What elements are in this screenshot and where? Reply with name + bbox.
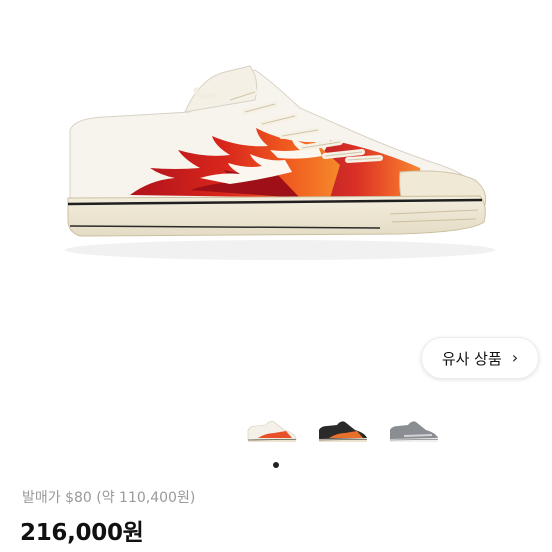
sale-price: 216,000원 — [20, 520, 144, 546]
sneaker-black-flame-thumbnail — [318, 421, 368, 442]
sneaker-grey-thumbnail — [389, 421, 439, 442]
page-dot-active — [273, 462, 279, 468]
sneaker-white-flame-thumbnail — [247, 421, 297, 442]
page-indicator — [0, 462, 552, 468]
thumbnail-strip — [0, 416, 552, 448]
similar-products-label: 유사 상품 — [441, 349, 502, 368]
thumbnail-2[interactable] — [315, 416, 371, 446]
similar-products-button[interactable]: 유사 상품 › — [421, 337, 539, 379]
chevron-right-icon: › — [511, 348, 519, 367]
release-price: 발매가 $80 (약 110,400원) — [22, 490, 196, 506]
thumbnail-1[interactable] — [244, 416, 300, 446]
thumbnail-3[interactable] — [386, 416, 442, 446]
